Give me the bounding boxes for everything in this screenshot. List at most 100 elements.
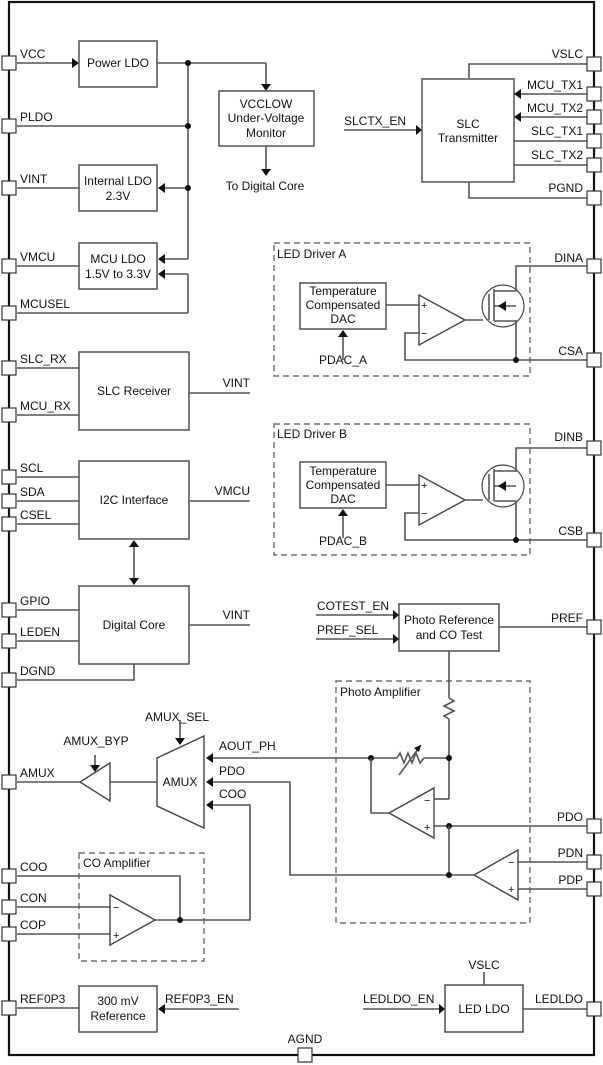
core-supply-label: VINT — [223, 608, 251, 622]
pin-pldo[interactable] — [1, 118, 17, 134]
pin-pgnd[interactable] — [586, 190, 602, 206]
dac-a-label-2: Compensated — [306, 298, 381, 312]
left-pins: VCC PLDO VINT VMCU MCUSEL SLC_RX MCU_RX … — [1, 47, 71, 1016]
pin-dinb-label: DINB — [554, 430, 583, 444]
pin-pdp-label: PDP — [558, 873, 583, 887]
pin-pref-label: PREF — [551, 611, 583, 625]
pin-sda[interactable] — [1, 493, 17, 509]
pin-gpio[interactable] — [1, 602, 17, 618]
pin-vslc-label: VSLC — [552, 47, 584, 61]
block-diagram: Power LDO VCCLOW Under-Voltage Monitor T… — [1, 0, 602, 1063]
pin-pdn[interactable] — [586, 854, 602, 870]
pref-sel-label: PREF_SEL — [317, 623, 379, 637]
pin-amux[interactable] — [1, 774, 17, 790]
right-pins: VSLC MCU_TX1 MCU_TX2 SLC_TX1 SLC_TX2 PGN… — [527, 47, 602, 1017]
pin-mcu-tx2[interactable] — [586, 109, 602, 125]
pin-dgnd[interactable] — [1, 672, 17, 688]
ledldo-en-label: LEDLDO_EN — [363, 992, 434, 1006]
svg-text:+: + — [424, 822, 430, 834]
ref0p3-en-label: REF0P3_EN — [165, 992, 234, 1006]
mcu-ldo-label-2: 1.5V to 3.3V — [85, 267, 151, 281]
pdac-b-label: PDAC_B — [319, 534, 367, 548]
vcclow-label-2: Under-Voltage — [228, 111, 305, 125]
amux-byp-label: AMUX_BYP — [63, 734, 128, 748]
led-driver-b-label: LED Driver B — [277, 427, 347, 441]
svg-text:−: − — [421, 328, 427, 340]
mcu-ldo-label-1: MCU LDO — [90, 252, 145, 266]
pin-gpio-label: GPIO — [20, 594, 50, 608]
pin-slc-rx[interactable] — [1, 360, 17, 376]
pin-pdn-label: PDN — [558, 846, 583, 860]
ledldo-supply-label: VSLC — [468, 958, 500, 972]
dac-a-label-1: Temperature — [309, 284, 377, 298]
pin-dgnd-label: DGND — [20, 664, 56, 678]
pin-csel-label: CSEL — [20, 508, 52, 522]
internal-ldo-block — [78, 164, 158, 212]
pin-pref[interactable] — [586, 619, 602, 635]
pin-amux-label: AMUX — [20, 766, 55, 780]
pin-ref0p3[interactable] — [1, 1000, 17, 1016]
pdac-a-label: PDAC_A — [319, 353, 367, 367]
svg-text:−: − — [424, 795, 430, 807]
pin-sda-label: SDA — [20, 485, 45, 499]
dac-a-label-3: DAC — [330, 312, 356, 326]
pin-pdo-label: PDO — [557, 810, 583, 824]
pin-vmcu[interactable] — [1, 258, 17, 274]
internal-ldo-label-2: 2.3V — [106, 189, 131, 203]
pin-csa[interactable] — [586, 352, 602, 368]
pin-csel[interactable] — [1, 516, 17, 532]
pin-dinb[interactable] — [586, 440, 602, 456]
pin-slc-tx1[interactable] — [586, 133, 602, 149]
pin-slc-tx1-label: SLC_TX1 — [531, 124, 583, 138]
pin-csa-label: CSA — [558, 344, 583, 358]
pin-agnd-label: AGND — [288, 1032, 323, 1046]
pin-slc-tx2-label: SLC_TX2 — [531, 148, 583, 162]
pin-pdp[interactable] — [586, 881, 602, 897]
i2c-interface-label: I2C Interface — [100, 493, 169, 507]
svg-text:+: + — [421, 480, 427, 492]
pin-cop-label: COP — [20, 918, 46, 932]
pin-cop[interactable] — [1, 926, 17, 942]
pin-slc-tx2[interactable] — [586, 157, 602, 173]
mcu-ldo-block — [78, 242, 158, 290]
receiver-supply-label: VINT — [223, 376, 251, 390]
i2c-supply-label: VMCU — [215, 484, 250, 498]
pin-scl[interactable] — [1, 469, 17, 485]
reference-label-1: 300 mV — [97, 994, 138, 1008]
pin-pdo[interactable] — [586, 818, 602, 834]
pin-leden-label: LEDEN — [20, 625, 60, 639]
dac-b-label-1: Temperature — [309, 464, 377, 478]
led-ldo-label: LED LDO — [458, 1002, 509, 1016]
pin-mcu-tx1-label: MCU_TX1 — [527, 78, 583, 92]
pin-leden[interactable] — [1, 633, 17, 649]
pin-mcusel[interactable] — [1, 305, 17, 321]
pin-csb[interactable] — [586, 532, 602, 548]
pin-con-label: CON — [20, 891, 47, 905]
pin-vcc[interactable] — [1, 55, 17, 71]
svg-text:+: + — [421, 300, 427, 312]
led-driver-a-label: LED Driver A — [277, 247, 346, 261]
dac-b-label-3: DAC — [330, 492, 356, 506]
pin-mcu-rx[interactable] — [1, 407, 17, 423]
amux-sel-label: AMUX_SEL — [145, 710, 209, 724]
pin-dina-label: DINA — [554, 251, 583, 265]
slc-transmitter-label-1: SLC — [456, 117, 480, 131]
pin-agnd[interactable] — [297, 1047, 313, 1063]
pin-mcu-tx2-label: MCU_TX2 — [527, 101, 583, 115]
coo-signal-label: COO — [219, 787, 246, 801]
photo-reference-label-2: and CO Test — [416, 628, 483, 642]
pin-mcu-tx1[interactable] — [586, 86, 602, 102]
pin-coo[interactable] — [1, 868, 17, 884]
pin-vslc[interactable] — [586, 56, 602, 72]
pin-con[interactable] — [1, 899, 17, 915]
vcclow-label-3: Monitor — [246, 126, 286, 140]
pin-ledldo-label: LEDLDO — [535, 992, 583, 1006]
pin-vint[interactable] — [1, 180, 17, 196]
pin-vint-label: VINT — [20, 172, 48, 186]
svg-text:−: − — [508, 857, 514, 869]
pin-ledldo[interactable] — [586, 1001, 602, 1017]
pin-dina[interactable] — [586, 258, 602, 274]
photo-reference-label-1: Photo Reference — [404, 613, 494, 627]
pin-coo-label: COO — [20, 860, 47, 874]
co-amplifier-label: CO Amplifier — [83, 856, 150, 870]
